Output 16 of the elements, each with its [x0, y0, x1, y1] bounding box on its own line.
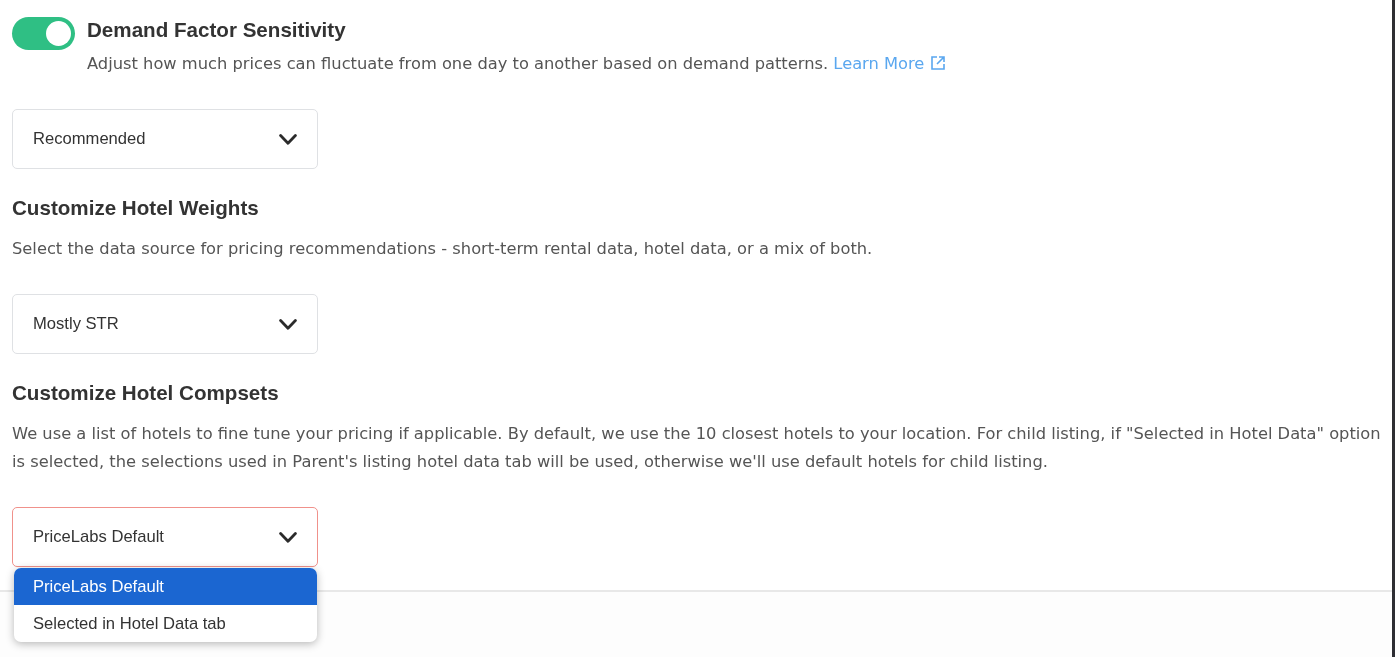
chevron-down-icon: [279, 318, 297, 330]
section-title: Customize Hotel Weights: [12, 195, 260, 221]
section-description: Select the data source for pricing recommendations - short-term rental data, hotel data, or a mix of both.: [12, 238, 874, 260]
toggle-switch[interactable]: [12, 17, 75, 50]
chevron-down-icon: [279, 531, 297, 543]
dropdown-select[interactable]: Mostly STR: [12, 294, 318, 354]
dropdown-option[interactable]: Selected in Hotel Data tab: [14, 605, 317, 642]
section-title: Demand Factor Sensitivity: [87, 17, 347, 43]
section-description: Adjust how much prices can fluctuate from one day to another based on demand patterns. Learn More: [87, 50, 946, 78]
dropdown-select[interactable]: Recommended: [12, 109, 318, 169]
section-description: We use a list of hotels to fine tune your pricing if applicable. By default, we use the 10 closest hotels to your location. For child listing, if "Selected in Hotel Data" option is selected, the selections used in Parent's listing hotel data tab will be used, otherwise we'll use default hotels for child listing.: [12, 423, 1382, 473]
section-title: Customize Hotel Compsets: [12, 380, 280, 406]
chevron-down-icon: [279, 133, 297, 145]
dropdown-select[interactable]: PriceLabs Default: [12, 507, 318, 567]
dropdown-option[interactable]: PriceLabs Default: [14, 568, 317, 605]
external-link-icon: [931, 56, 946, 70]
